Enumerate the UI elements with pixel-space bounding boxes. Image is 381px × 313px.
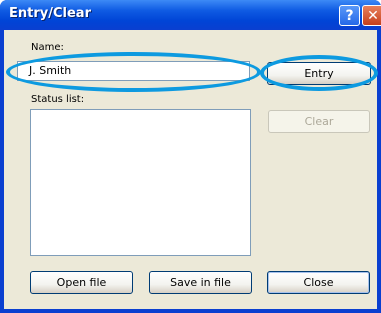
window-title: Entry/Clear	[9, 6, 91, 21]
clear-button[interactable]: Clear	[268, 110, 370, 133]
status-list-label: Status list:	[31, 94, 85, 105]
help-button[interactable]: ?	[339, 5, 360, 26]
close-button[interactable]: Close	[267, 271, 370, 294]
open-file-button[interactable]: Open file	[30, 271, 133, 294]
name-input[interactable]: J. Smith	[17, 61, 250, 81]
status-listbox[interactable]	[30, 109, 251, 256]
save-in-file-button[interactable]: Save in file	[149, 271, 252, 294]
dialog-window: Entry/Clear ? ✕ Name: J. Smith Status li…	[0, 0, 381, 313]
close-icon: ✕	[367, 8, 379, 24]
title-bar[interactable]: Entry/Clear ? ✕	[0, 0, 381, 30]
name-label: Name:	[31, 42, 64, 53]
help-icon: ?	[345, 8, 354, 24]
entry-button[interactable]: Entry	[267, 62, 371, 85]
window-close-button[interactable]: ✕	[362, 5, 381, 26]
